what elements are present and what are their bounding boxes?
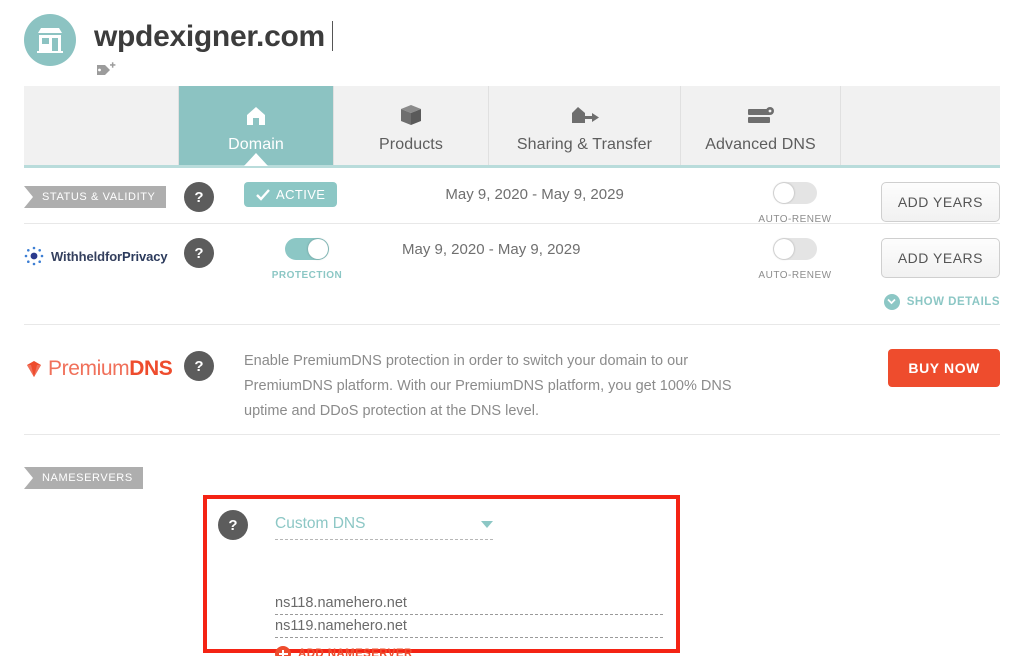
add-years-button[interactable]: ADD YEARS [880,182,1000,222]
premium-dns-main: Enable PremiumDNS protection in order to… [244,341,840,424]
auto-renew-toggle[interactable] [773,182,817,204]
privacy-dots-icon [24,246,44,266]
domain-management-page: wpdexigner.com Domain Products Sharing &… [0,0,1024,656]
page-title: wpdexigner.com [94,10,333,56]
status-main: ACTIVE May 9, 2020 - May 9, 2029 [244,168,730,207]
status-action-wrap: ADD YEARS [860,168,1000,222]
home-icon [244,100,268,132]
nameserver-list: ns118.namehero.net ns119.namehero.net AD… [275,595,663,656]
nameserver-input[interactable]: ns118.namehero.net [275,595,663,615]
toggle-knob [774,239,794,259]
gem-icon [27,361,41,377]
box-icon [398,100,424,132]
tab-products[interactable]: Products [334,86,489,165]
status-date-range: May 9, 2020 - May 9, 2029 [445,186,624,203]
premium-dns-description: Enable PremiumDNS protection in order to… [244,353,732,419]
page-header: wpdexigner.com [0,0,1024,86]
tab-sharing-transfer[interactable]: Sharing & Transfer [489,86,681,165]
privacy-date-range: May 9, 2020 - May 9, 2029 [402,241,581,258]
status-badge: ACTIVE [244,182,338,207]
status-section-label: STATUS & VALIDITY [24,186,166,208]
privacy-auto-renew-wrap: AUTO-RENEW [730,224,860,281]
protection-toggle-wrap: PROTECTION [244,238,370,281]
plus-circle-icon [275,646,291,656]
tab-bar: Domain Products Sharing & Transfer Advan… [24,86,1000,168]
auto-renew-toggle-wrap: AUTO-RENEW [730,168,860,225]
dns-type-select[interactable]: Custom DNS [275,515,493,540]
premium-dns-row: PremiumDNS ? Enable PremiumDNS protectio… [24,324,1000,434]
auto-renew-toggle[interactable] [773,238,817,260]
status-section-label-wrap: STATUS & VALIDITY [24,168,184,208]
premium-dns-action-wrap: BUY NOW [840,341,1000,387]
privacy-action-wrap: ADD YEARS SHOW DETAILS [860,224,1000,310]
tab-spacer-right [841,86,1000,165]
house-arrow-icon [570,100,600,132]
tab-domain[interactable]: Domain [179,86,334,166]
show-details-label: SHOW DETAILS [906,295,1000,308]
protection-toggle[interactable] [285,238,329,260]
help-icon[interactable]: ? [184,182,214,212]
active-tab-notch [244,153,268,166]
add-nameserver-button[interactable]: ADD NAMESERVER [275,646,413,656]
toggle-knob [308,239,328,259]
show-details-wrap: SHOW DETAILS [860,292,1000,310]
privacy-logo-text: WithheldforPrivacy [51,248,168,264]
nameservers-highlight-box: ? Custom DNS ns118.namehero.net ns119.na… [203,495,680,656]
premiumdns-logo: PremiumDNS [24,355,184,381]
premium-dns-help-wrap: ? [184,341,244,381]
privacy-row: WithheldforPrivacy ? PROTECTION May 9, 2… [24,224,1000,324]
server-icon [746,100,776,132]
buy-now-button[interactable]: BUY NOW [888,349,1000,387]
tab-advanced-dns-label: Advanced DNS [705,136,816,153]
premium-dns-logo-wrap: PremiumDNS [24,341,184,381]
help-icon[interactable]: ? [218,510,248,540]
toggle-knob [774,183,794,203]
status-validity-row: STATUS & VALIDITY ? ACTIVE May 9, 2020 -… [24,168,1000,225]
auto-renew-caption: AUTO-RENEW [758,270,832,281]
chevron-down-circle-icon [883,293,900,310]
add-nameserver-label: ADD NAMESERVER [298,648,413,656]
nameservers-section-label: NAMESERVERS [24,467,143,489]
privacy-logo-wrap: WithheldforPrivacy [24,224,184,266]
status-badge-label: ACTIVE [276,187,326,202]
tab-advanced-dns[interactable]: Advanced DNS [681,86,841,165]
nameservers-section-label-wrap: NAMESERVERS [24,451,184,489]
caret-down-icon [481,520,493,528]
text-cursor [331,21,333,51]
privacy-main: PROTECTION May 9, 2020 - May 9, 2029 [244,224,730,281]
tab-sharing-label: Sharing & Transfer [516,136,653,153]
status-help-wrap: ? [184,168,244,212]
show-details-button[interactable]: SHOW DETAILS [883,293,1000,310]
check-icon [256,188,270,201]
add-tag-icon[interactable] [96,61,333,83]
tab-spacer-left [24,86,179,165]
help-icon[interactable]: ? [184,351,214,381]
help-icon[interactable]: ? [184,238,214,268]
nameserver-input[interactable]: ns119.namehero.net [275,618,663,638]
protection-caption: PROTECTION [271,270,343,281]
privacy-help-wrap: ? [184,224,244,268]
add-years-button[interactable]: ADD YEARS [880,238,1000,278]
withheldforprivacy-logo: WithheldforPrivacy [24,242,184,266]
dns-type-select-value: Custom DNS [275,515,366,532]
premiumdns-logo-text: PremiumDNS [48,357,173,380]
tab-domain-label: Domain [228,136,284,153]
nameservers-panel: ? Custom DNS ns118.namehero.net ns119.na… [207,499,676,656]
tab-products-label: Products [379,136,443,153]
storefront-icon [24,14,76,66]
